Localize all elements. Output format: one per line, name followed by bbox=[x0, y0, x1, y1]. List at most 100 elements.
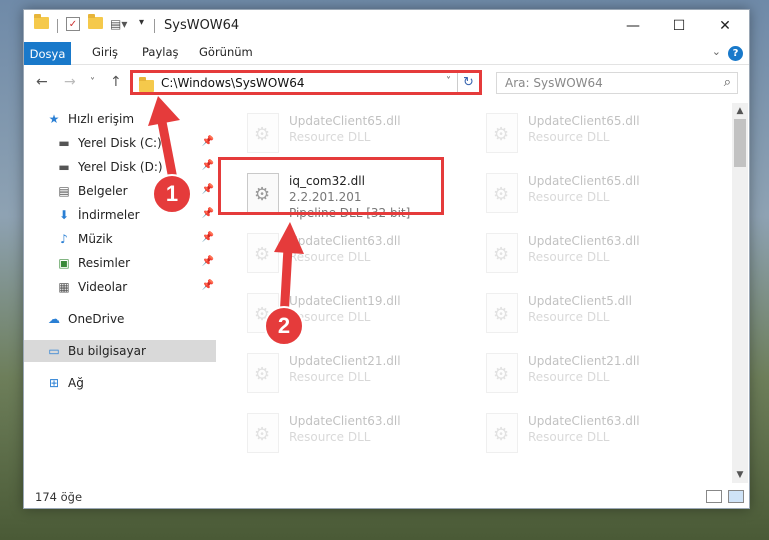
sidebar-item-label: İndirmeler bbox=[78, 208, 140, 222]
pin-icon: 📌 bbox=[201, 232, 214, 243]
file-name: UpdateClient65.dll bbox=[289, 114, 401, 128]
sidebar-item-music[interactable]: ♪ Müzik 📌 bbox=[56, 228, 216, 250]
file-name: UpdateClient63.dll bbox=[528, 234, 640, 248]
title-separator-2 bbox=[154, 19, 155, 33]
tab-paylas[interactable]: Paylaş bbox=[142, 45, 179, 59]
forward-button[interactable]: → bbox=[64, 74, 76, 90]
file-item[interactable]: UpdateClient63.dll Resource DLL bbox=[481, 408, 711, 468]
search-input[interactable]: Ara: SysWOW64 bbox=[505, 76, 603, 90]
sidebar-item-label: Müzik bbox=[78, 232, 113, 246]
file-item[interactable]: UpdateClient63.dll Resource DLL bbox=[242, 408, 472, 468]
vertical-scrollbar[interactable]: ▲ ▼ bbox=[732, 103, 748, 483]
navigation-bar: ← → ˅ ↑ C:\Windows\SysWOW64 ˅ ↻ Ara: Sys… bbox=[24, 68, 749, 98]
dll-file-icon bbox=[486, 233, 518, 273]
file-type: Resource DLL bbox=[528, 250, 610, 264]
file-item[interactable]: UpdateClient5.dll Resource DLL bbox=[481, 288, 711, 348]
drive-icon: ▬ bbox=[58, 136, 70, 150]
file-item[interactable]: UpdateClient21.dll Resource DLL bbox=[481, 348, 711, 408]
cloud-icon: ☁ bbox=[48, 312, 60, 326]
sidebar-item-label: Videolar bbox=[78, 280, 128, 294]
status-bar: 174 öğe bbox=[24, 486, 749, 508]
file-item[interactable]: UpdateClient65.dll Resource DLL bbox=[481, 168, 711, 228]
computer-icon: ▭ bbox=[48, 344, 60, 358]
dll-file-icon bbox=[247, 413, 279, 453]
file-type: Resource DLL bbox=[528, 370, 610, 384]
address-path[interactable]: C:\Windows\SysWOW64 bbox=[161, 76, 305, 90]
help-icon[interactable]: ? bbox=[728, 46, 743, 61]
file-type: Resource DLL bbox=[289, 130, 371, 144]
pin-icon: 📌 bbox=[201, 160, 214, 171]
quick-access-folder-icon[interactable] bbox=[34, 14, 49, 29]
file-name: UpdateClient21.dll bbox=[528, 354, 640, 368]
refresh-button[interactable]: ↻ bbox=[457, 73, 479, 92]
pin-icon: 📌 bbox=[201, 280, 214, 291]
ribbon-tabs: Dosya Giriş Paylaş Görünüm ⌄ ? bbox=[24, 42, 749, 65]
step-1-badge: 1 bbox=[152, 174, 192, 214]
dll-file-icon bbox=[247, 353, 279, 393]
video-icon: ▦ bbox=[58, 280, 70, 294]
dll-file-icon bbox=[486, 173, 518, 213]
dll-file-icon bbox=[486, 353, 518, 393]
dll-file-icon bbox=[486, 293, 518, 333]
sidebar-item-label: OneDrive bbox=[68, 312, 125, 326]
sidebar-item-label: Bu bilgisayar bbox=[68, 344, 146, 358]
file-item[interactable]: UpdateClient65.dll Resource DLL bbox=[481, 108, 711, 168]
file-name: UpdateClient63.dll bbox=[289, 414, 401, 428]
music-icon: ♪ bbox=[60, 232, 68, 246]
scroll-down-icon[interactable]: ▼ bbox=[732, 467, 748, 483]
sidebar-item-onedrive[interactable]: ☁ OneDrive bbox=[46, 308, 216, 330]
highlight-file-box bbox=[218, 157, 444, 215]
scrollbar-thumb[interactable] bbox=[734, 119, 746, 167]
up-button[interactable]: ↑ bbox=[110, 74, 122, 90]
expand-ribbon-icon[interactable]: ⌄ bbox=[712, 45, 721, 58]
window-title: SysWOW64 bbox=[164, 18, 240, 33]
pin-icon: 📌 bbox=[201, 208, 214, 219]
tab-giris[interactable]: Giriş bbox=[92, 45, 118, 59]
sidebar-item-label: Ağ bbox=[68, 376, 84, 390]
file-name: UpdateClient21.dll bbox=[289, 354, 401, 368]
sidebar-item-label: Hızlı erişim bbox=[68, 112, 135, 126]
scroll-up-icon[interactable]: ▲ bbox=[732, 103, 748, 119]
address-dropdown-icon[interactable]: ˅ bbox=[446, 76, 451, 87]
dll-file-icon bbox=[486, 413, 518, 453]
back-button[interactable]: ← bbox=[36, 74, 48, 90]
file-item[interactable]: UpdateClient21.dll Resource DLL bbox=[242, 348, 472, 408]
pin-icon: 📌 bbox=[201, 256, 214, 267]
search-box[interactable]: Ara: SysWOW64 ⌕ bbox=[496, 72, 738, 94]
file-type: Resource DLL bbox=[528, 430, 610, 444]
quick-access-dropdown-icon[interactable]: ▾ bbox=[139, 17, 144, 28]
file-type: Resource DLL bbox=[289, 370, 371, 384]
title-separator bbox=[57, 19, 58, 33]
details-view-icon[interactable] bbox=[706, 490, 722, 503]
properties-check-icon[interactable]: ✓ bbox=[66, 17, 80, 31]
new-folder-icon[interactable] bbox=[88, 14, 103, 29]
download-icon: ⬇ bbox=[58, 208, 70, 222]
sidebar-item-pictures[interactable]: ▣ Resimler 📌 bbox=[56, 252, 216, 274]
file-type: Resource DLL bbox=[528, 190, 610, 204]
tab-dosya[interactable]: Dosya bbox=[24, 42, 71, 65]
sidebar-item-label: Resimler bbox=[78, 256, 131, 270]
sidebar-item-network[interactable]: ⊞ Ağ bbox=[46, 372, 216, 394]
item-count: 174 öğe bbox=[35, 490, 83, 504]
network-icon: ⊞ bbox=[48, 376, 60, 390]
tab-gorunum[interactable]: Görünüm bbox=[199, 45, 253, 59]
close-button[interactable]: ✕ bbox=[702, 10, 748, 41]
file-name: UpdateClient63.dll bbox=[528, 414, 640, 428]
sidebar-item-this-pc[interactable]: ▭ Bu bilgisayar bbox=[24, 340, 216, 362]
pin-icon: 📌 bbox=[201, 136, 214, 147]
document-icon: ▤ bbox=[58, 184, 70, 198]
pin-icon: 📌 bbox=[201, 184, 214, 195]
minimize-button[interactable]: — bbox=[610, 10, 656, 41]
sidebar-item-label: Belgeler bbox=[78, 184, 128, 198]
file-item[interactable]: UpdateClient63.dll Resource DLL bbox=[481, 228, 711, 288]
maximize-button[interactable]: ☐ bbox=[656, 10, 702, 41]
step-2-badge: 2 bbox=[264, 306, 304, 346]
search-icon: ⌕ bbox=[723, 75, 731, 90]
recent-locations-dropdown[interactable]: ˅ bbox=[90, 77, 95, 88]
file-name: UpdateClient5.dll bbox=[528, 294, 632, 308]
customize-toolbar-icon[interactable]: ▤▾ bbox=[110, 17, 127, 31]
large-icons-view-icon[interactable] bbox=[728, 490, 744, 503]
file-type: Resource DLL bbox=[528, 310, 610, 324]
sidebar-item-videos[interactable]: ▦ Videolar 📌 bbox=[56, 276, 216, 298]
dll-file-icon bbox=[247, 113, 279, 153]
